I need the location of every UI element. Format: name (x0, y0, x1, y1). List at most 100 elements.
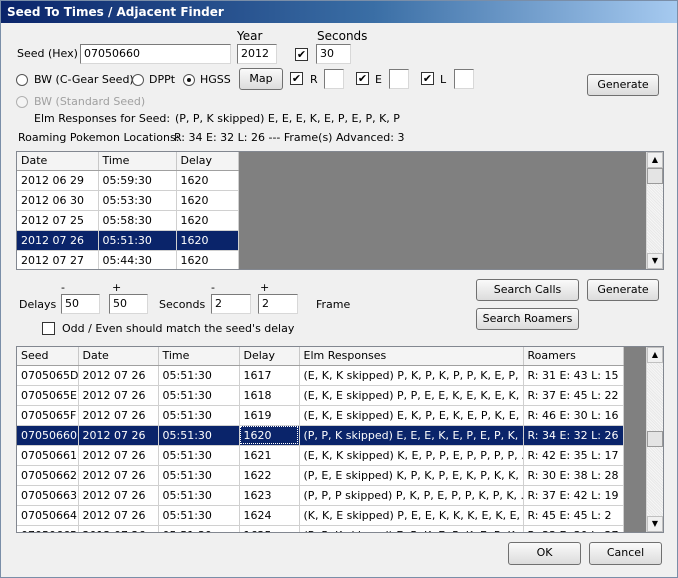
col-seed[interactable]: Seed (17, 347, 79, 366)
radio-hgss[interactable] (183, 74, 195, 86)
cell: R: 45 E: 45 L: 2 (523, 505, 624, 526)
r-checkbox[interactable]: ✔ (290, 72, 303, 85)
l-checkbox[interactable]: ✔ (421, 72, 434, 85)
l-input[interactable] (454, 69, 474, 89)
cell: 2012 07 26 (78, 365, 159, 386)
roaming-value: R: 34 E: 32 L: 26 --- Frame(s) Advanced:… (174, 131, 405, 144)
cell: 1617 (239, 365, 300, 386)
cell: 2012 07 26 (78, 525, 159, 532)
table-row[interactable]: 2012 07 27 05:44:30 1620 (17, 250, 239, 269)
scroll-up-icon[interactable]: ▲ (647, 152, 663, 168)
delays-minus-sign: - (61, 281, 65, 294)
odd-even-checkbox[interactable] (42, 322, 55, 335)
r-input[interactable] (324, 69, 344, 89)
scroll-track[interactable] (647, 184, 663, 253)
table-row[interactable]: 2012 06 29 05:59:30 1620 (17, 170, 239, 191)
cell: (K, K, E skipped) P, E, E, K, K, K, E, K… (299, 505, 524, 526)
col-date[interactable]: Date (17, 152, 99, 171)
e-checkbox[interactable]: ✔ (356, 72, 369, 85)
cell: 2012 07 26 (78, 445, 159, 466)
cell: 1620 (176, 170, 239, 191)
table-row[interactable]: 07050664 2012 07 26 05:51:30 1624 (K, K,… (17, 505, 624, 526)
scroll-down-icon[interactable]: ▼ (647, 516, 663, 532)
col-delay[interactable]: Delay (176, 152, 239, 171)
radio-bw-standard-label: BW (Standard Seed) (34, 95, 146, 108)
cell: R: 37 E: 45 L: 22 (523, 385, 624, 406)
seconds-input[interactable]: 30 (316, 44, 351, 64)
generate-seed-button[interactable]: Generate (587, 74, 659, 96)
cell: 05:44:30 (98, 250, 177, 269)
scroll-track[interactable] (647, 363, 663, 431)
seconds-minus-sign: - (211, 281, 215, 294)
scroll-down-icon[interactable]: ▼ (647, 253, 663, 269)
cancel-button[interactable]: Cancel (589, 542, 662, 565)
delays-plus-input[interactable]: 50 (109, 294, 148, 314)
scroll-track[interactable] (647, 447, 663, 516)
cell: R: 30 E: 38 L: 28 (523, 465, 624, 486)
cell: (P, P, K skipped) E, P, K, E, P, K, E, P… (299, 525, 524, 532)
table-row[interactable]: 07050663 2012 07 26 05:51:30 1623 (P, P,… (17, 485, 624, 506)
e-input[interactable] (389, 69, 409, 89)
col-delay[interactable]: Delay (239, 347, 300, 366)
cell: 1624 (239, 505, 300, 526)
cell: 2012 07 26 (78, 425, 159, 446)
seed-hex-input[interactable]: 07050660 (80, 44, 231, 64)
cell: (E, K, K skipped) P, K, P, K, P, P, K, E… (299, 365, 524, 386)
search-roamers-button[interactable]: Search Roamers (476, 308, 579, 330)
scroll-thumb[interactable] (647, 431, 663, 447)
cell: 1620 (176, 230, 239, 251)
delays-minus-input[interactable]: 50 (61, 294, 100, 314)
table-row-selected[interactable]: 2012 07 26 05:51:30 1620 (17, 230, 239, 251)
year-input[interactable]: 2012 (237, 44, 277, 64)
col-time[interactable]: Time (98, 152, 177, 171)
map-button[interactable]: Map (239, 68, 283, 90)
radio-dppt-label: DPPt (149, 73, 176, 86)
ok-button[interactable]: OK (508, 542, 581, 565)
table-row[interactable]: 2012 06 30 05:53:30 1620 (17, 190, 239, 211)
times-grid: Date Time Delay 2012 06 29 05:59:30 1620… (16, 151, 664, 270)
seconds-plus-sign: + (260, 281, 270, 294)
elm-responses-label: Elm Responses for Seed: (34, 112, 171, 125)
frame-label: Frame (316, 298, 351, 311)
adjacent-grid: Seed Date Time Delay Elm Responses Roame… (16, 346, 664, 533)
col-time[interactable]: Time (158, 347, 240, 366)
cell: R: 37 E: 42 L: 19 (523, 485, 624, 506)
table-row[interactable]: 07050665 2012 07 26 05:51:30 1625 (P, P,… (17, 525, 624, 532)
adjacent-scrollbar[interactable]: ▲ ▼ (646, 347, 663, 532)
scroll-thumb[interactable] (647, 168, 663, 184)
radio-dppt[interactable] (132, 74, 144, 86)
table-row[interactable]: 0705065D 2012 07 26 05:51:30 1617 (E, K,… (17, 365, 624, 386)
table-row[interactable]: 07050661 2012 07 26 05:51:30 1621 (E, K,… (17, 445, 624, 466)
col-elm-responses[interactable]: Elm Responses (299, 347, 524, 366)
col-date[interactable]: Date (78, 347, 159, 366)
scroll-up-icon[interactable]: ▲ (647, 347, 663, 363)
table-row-selected[interactable]: 07050660 2012 07 26 05:51:30 1620 (P, P,… (17, 425, 624, 446)
seconds-plus-input[interactable]: 2 (258, 294, 298, 314)
search-calls-button[interactable]: Search Calls (476, 279, 579, 301)
cell: 1623 (239, 485, 300, 506)
table-row[interactable]: 0705065F 2012 07 26 05:51:30 1619 (E, K,… (17, 405, 624, 426)
table-row[interactable]: 0705065E 2012 07 26 05:51:30 1618 (E, K,… (17, 385, 624, 406)
delays-plus-sign: + (112, 281, 122, 294)
radio-bw-cgear[interactable] (16, 74, 28, 86)
cell: 07050665 (17, 525, 79, 532)
col-roamers[interactable]: Roamers (523, 347, 624, 366)
cell: 05:51:30 (158, 465, 240, 486)
radio-bw-standard[interactable] (16, 96, 28, 108)
table-row[interactable]: 2012 07 25 05:58:30 1620 (17, 210, 239, 231)
cell: R: 34 E: 32 L: 26 (523, 425, 624, 446)
generate-adjacent-button[interactable]: Generate (587, 279, 659, 301)
adjacent-table: Seed Date Time Delay Elm Responses Roame… (17, 347, 624, 532)
times-scrollbar[interactable]: ▲ ▼ (646, 152, 663, 269)
cell: 05:51:30 (158, 385, 240, 406)
seconds-checkbox[interactable]: ✔ (295, 48, 308, 61)
cell: 2012 06 29 (17, 170, 99, 191)
seconds-minus-input[interactable]: 2 (211, 294, 251, 314)
cell: 1621 (239, 445, 300, 466)
cell: 1620 (176, 210, 239, 231)
cell: 1618 (239, 385, 300, 406)
cell: 05:51:30 (158, 425, 240, 446)
cell: 0705065F (17, 405, 79, 426)
table-row[interactable]: 07050662 2012 07 26 05:51:30 1622 (P, E,… (17, 465, 624, 486)
cell: 2012 07 26 (78, 465, 159, 486)
